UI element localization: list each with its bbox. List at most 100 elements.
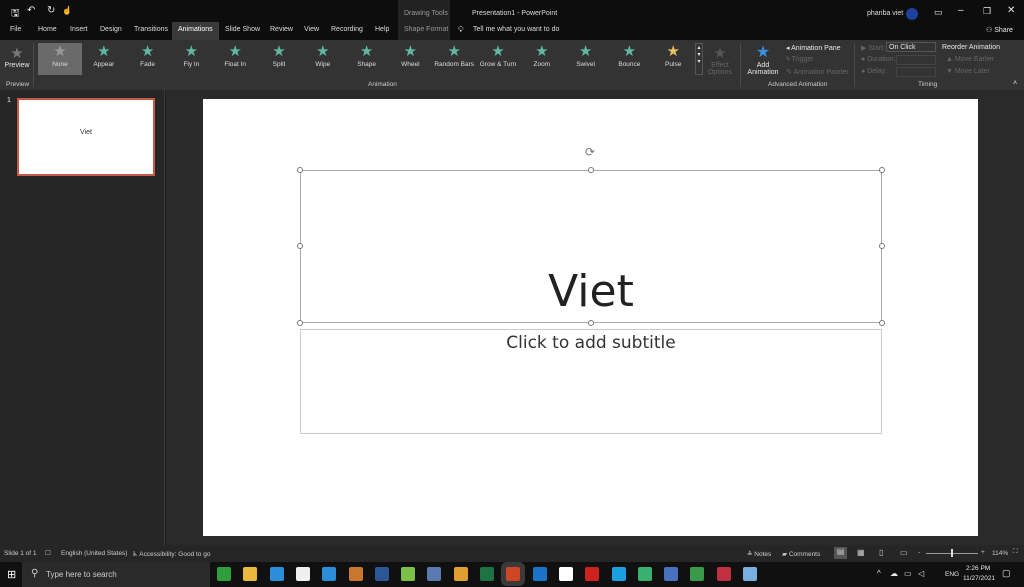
animation-appear[interactable]: ★ Appear <box>82 43 126 75</box>
add-animation-button[interactable]: ★ Add Animation <box>744 42 782 76</box>
powerpoint-icon[interactable] <box>506 567 521 581</box>
app-game-icon[interactable] <box>664 567 679 581</box>
zoom-out-button[interactable]: - <box>918 549 920 556</box>
slideshow-icon[interactable]: ▭ <box>900 548 908 557</box>
app-photo-icon[interactable] <box>427 567 442 581</box>
volume-icon[interactable]: ◁ <box>918 569 924 578</box>
animation-bounce[interactable]: ★ Bounce <box>607 43 651 75</box>
resize-handle[interactable] <box>297 167 303 173</box>
resize-handle[interactable] <box>879 243 885 249</box>
rotate-handle-icon[interactable]: ⟳ <box>585 145 595 159</box>
touch-mode-icon[interactable]: ☝ <box>62 6 72 15</box>
animation-pane-button[interactable]: ◂ Animation Pane <box>786 44 841 52</box>
preview-button[interactable]: ★ Preview <box>4 44 30 69</box>
tab-recording[interactable]: Recording <box>331 26 363 33</box>
tray-chevron-icon[interactable]: ^ <box>877 569 881 578</box>
tab-help[interactable]: Help <box>375 26 389 33</box>
animation-pulse[interactable]: ★ Pulse <box>651 43 695 75</box>
notification-icon[interactable]: ▢ <box>1002 568 1011 579</box>
user-name[interactable]: phanba viet <box>867 10 903 17</box>
animation-painter-button[interactable]: ✎ Animation Painter <box>786 68 849 76</box>
app-map-icon[interactable] <box>690 567 705 581</box>
resize-handle[interactable] <box>879 167 885 173</box>
collapse-ribbon-icon[interactable]: ˄ <box>1013 80 1017 87</box>
word-icon[interactable] <box>374 567 389 581</box>
animation-grow-turn[interactable]: ★ Grow & Turn <box>476 43 520 75</box>
resize-handle[interactable] <box>297 320 303 326</box>
animation-shape[interactable]: ★ Shape <box>345 43 389 75</box>
camtasia-icon[interactable] <box>217 567 231 581</box>
slide-thumbnail[interactable]: Viet <box>17 98 155 176</box>
duration-input[interactable] <box>896 55 936 65</box>
animation-random-bars[interactable]: ★ Random Bars <box>432 43 476 75</box>
zoom-slider-thumb[interactable] <box>951 549 953 557</box>
app-green-icon[interactable] <box>401 567 416 581</box>
excel-icon[interactable] <box>480 567 494 581</box>
resize-handle[interactable] <box>297 243 303 249</box>
clock-date[interactable]: 11/27/2021 <box>963 575 995 582</box>
trigger-button[interactable]: ϟ Trigger <box>786 56 814 63</box>
tab-design[interactable]: Design <box>100 26 122 33</box>
slide-subtitle[interactable]: Click to add subtitle <box>301 333 881 353</box>
subtitle-placeholder[interactable]: Click to add subtitle <box>300 329 882 434</box>
restore-icon[interactable]: ❐ <box>983 6 991 17</box>
language-tray[interactable]: ENG <box>945 571 959 578</box>
notes-button[interactable]: ≙ Notes <box>747 550 771 558</box>
tab-slide-show[interactable]: Slide Show <box>225 26 260 33</box>
gallery-scroll[interactable]: ▴ ▾ ▾ <box>695 43 703 75</box>
delay-input[interactable] <box>896 67 936 77</box>
animation-float-in[interactable]: ★ Float In <box>213 43 257 75</box>
tab-transitions[interactable]: Transitions <box>134 26 168 33</box>
tab-view[interactable]: View <box>304 26 319 33</box>
accessibility-button[interactable]: ♿︎ Accessibility: Good to go <box>132 550 210 558</box>
undo-icon[interactable]: ↶ <box>27 5 35 16</box>
animation-split[interactable]: ★ Split <box>257 43 301 75</box>
file-explorer-icon[interactable] <box>243 567 258 581</box>
language-indicator[interactable]: English (United States) <box>61 550 127 557</box>
effect-options-button[interactable]: ★ Effect Options <box>706 44 734 76</box>
title-placeholder[interactable]: Viet <box>300 170 882 323</box>
animation-wheel[interactable]: ★ Wheel <box>388 43 432 75</box>
network-icon[interactable]: ☁ <box>890 569 898 578</box>
slide-title[interactable]: Viet <box>301 266 881 317</box>
slide-canvas[interactable]: Viet Click to add subtitle ⟳ <box>203 99 978 536</box>
minimize-icon[interactable]: – <box>958 5 964 16</box>
ribbon-display-icon[interactable]: ▭ <box>934 7 943 18</box>
animation-fade[interactable]: ★ Fade <box>126 43 170 75</box>
app-circle-icon[interactable] <box>637 567 652 581</box>
move-later-button[interactable]: ▼ Move Later <box>946 68 990 75</box>
chrome-icon[interactable] <box>453 567 468 581</box>
comments-button[interactable]: ▰ Comments <box>782 550 820 558</box>
avatar[interactable] <box>906 8 918 20</box>
move-earlier-button[interactable]: ▲ Move Earlier <box>946 56 994 63</box>
battery-icon[interactable]: ▭ <box>904 569 912 578</box>
redo-icon[interactable]: ↻ <box>47 5 55 16</box>
zoom-level[interactable]: 114% <box>992 550 1008 557</box>
tab-home[interactable]: Home <box>38 26 57 33</box>
slide-sorter-icon[interactable]: ▦ <box>857 548 865 557</box>
animation-zoom[interactable]: ★ Zoom <box>520 43 564 75</box>
reading-view-icon[interactable]: ▯ <box>879 548 883 557</box>
tell-me-input[interactable]: Tell me what you want to do <box>473 26 559 33</box>
store-icon[interactable] <box>295 567 310 581</box>
tab-review[interactable]: Review <box>270 26 293 33</box>
spellcheck-icon[interactable]: ☐ <box>45 549 51 557</box>
fit-slide-icon[interactable]: ⛶ <box>1013 548 1018 556</box>
skype-icon[interactable] <box>611 567 626 581</box>
normal-view-icon[interactable]: ▤ <box>834 547 847 559</box>
tab-animations[interactable]: Animations <box>172 22 219 40</box>
start-select[interactable]: On Click <box>886 42 936 52</box>
resize-handle[interactable] <box>588 320 594 326</box>
animation-none[interactable]: ★ None <box>38 43 82 75</box>
app-blue-icon[interactable] <box>743 567 757 581</box>
tab-file[interactable]: File <box>10 26 21 33</box>
mail-icon[interactable] <box>322 567 337 581</box>
app-red-icon[interactable] <box>716 567 731 581</box>
resize-handle[interactable] <box>879 320 885 326</box>
tab-shape-format[interactable]: Shape Format <box>398 22 450 40</box>
animation-swivel[interactable]: ★ Swivel <box>564 43 608 75</box>
zoom-in-button[interactable]: + <box>981 549 985 556</box>
clock-time[interactable]: 2:26 PM <box>966 565 990 572</box>
recorder-icon[interactable] <box>585 567 600 581</box>
tab-insert[interactable]: Insert <box>70 26 88 33</box>
